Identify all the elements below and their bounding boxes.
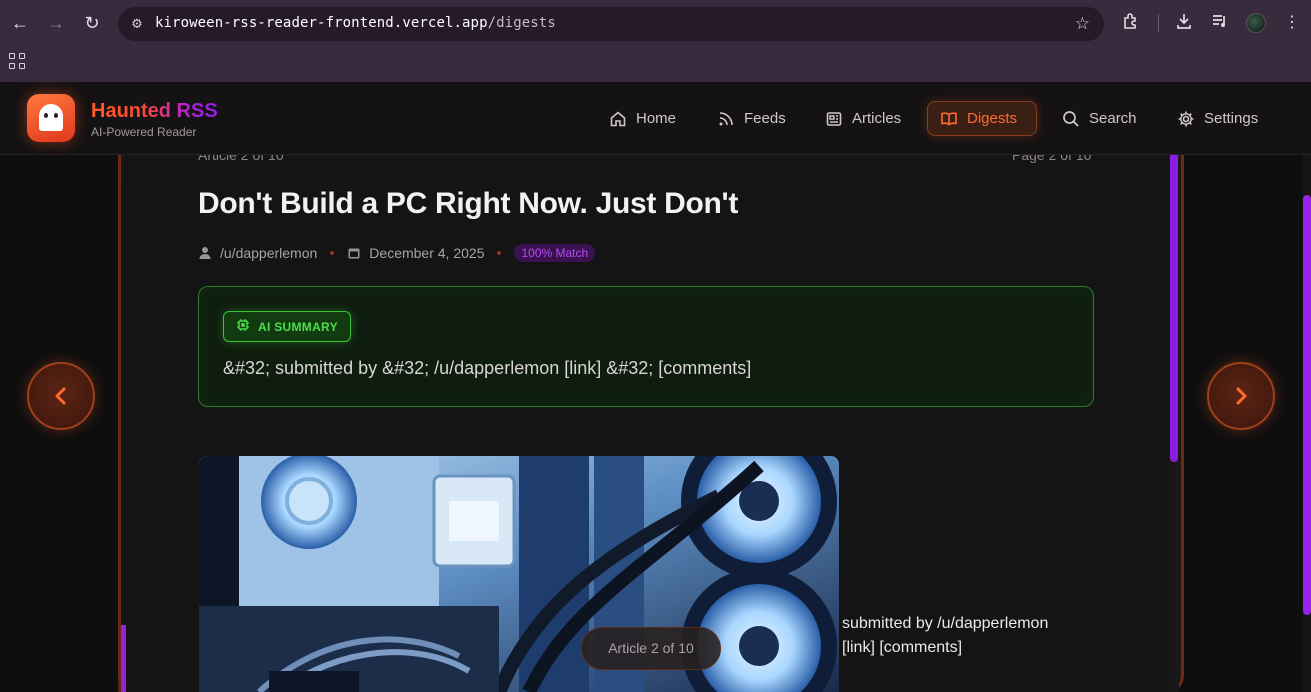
rss-icon (717, 110, 735, 128)
nav-settings[interactable]: Settings (1165, 101, 1270, 136)
nav-feeds-label: Feeds (744, 110, 786, 127)
nav-articles[interactable]: Articles (813, 101, 913, 136)
browser-chrome: ← → ↻ ⚙ kiroween-rss-reader-frontend.ver… (0, 0, 1311, 82)
home-icon (609, 110, 627, 128)
brand-subtitle: AI-Powered Reader (91, 125, 197, 139)
url-text[interactable]: kiroween-rss-reader-frontend.vercel.app/… (155, 15, 556, 31)
cpu-icon (236, 318, 250, 335)
nav-settings-label: Settings (1204, 110, 1259, 127)
bookmark-star-icon[interactable]: ☆ (1075, 14, 1090, 34)
user-icon (198, 246, 212, 260)
article-meta: /u/dapperlemon December 4, 2025 100% Mat… (198, 243, 596, 263)
extensions-icon[interactable] (1120, 12, 1142, 34)
calendar-icon (347, 246, 361, 260)
caption-line-2[interactable]: [link] [comments] (842, 636, 1048, 660)
nav-feeds[interactable]: Feeds (705, 101, 798, 136)
apps-grid-icon[interactable] (9, 53, 27, 71)
media-queue-icon[interactable] (1209, 12, 1231, 34)
browser-toolbar: ← → ↻ ⚙ kiroween-rss-reader-frontend.ver… (0, 0, 1311, 46)
next-article-button[interactable] (1207, 362, 1275, 430)
digest-viewer: Article 2 of 10 Page 2 of 10 Don't Build… (0, 155, 1311, 692)
ai-summary-label: AI SUMMARY (258, 319, 338, 334)
address-bar[interactable]: ⚙ kiroween-rss-reader-frontend.vercel.ap… (118, 7, 1104, 41)
forward-icon[interactable]: → (44, 11, 68, 35)
toolbar-divider (1158, 14, 1159, 32)
search-icon (1062, 110, 1080, 128)
caption-line-1[interactable]: submitted by /u/dapperlemon (842, 612, 1048, 636)
ai-summary-text: &#32; submitted by &#32; /u/dapperlemon … (223, 358, 752, 378)
meta-separator (330, 251, 335, 255)
menu-kebab-icon[interactable]: ⋮ (1281, 12, 1303, 34)
chevron-left-icon (55, 387, 66, 405)
download-icon[interactable] (1173, 12, 1195, 34)
article-image (199, 456, 839, 692)
nav-articles-label: Articles (852, 110, 902, 127)
chevron-right-icon (1236, 387, 1247, 405)
app-header: Haunted RSS AI-Powered Reader Home Feeds… (0, 82, 1311, 155)
match-badge: 100% Match (514, 244, 596, 262)
ghost-logo-icon[interactable] (27, 94, 75, 142)
nav-search[interactable]: Search (1050, 101, 1149, 136)
article-date: December 4, 2025 (369, 245, 485, 261)
nav-home-label: Home (636, 110, 677, 127)
article-caption: submitted by /u/dapperlemon [link] [comm… (842, 612, 1048, 660)
brand-title[interactable]: Haunted RSS (91, 100, 218, 123)
page-scrollbar-thumb[interactable] (1303, 195, 1311, 615)
nav-search-label: Search (1089, 110, 1137, 127)
reload-icon[interactable]: ↻ (80, 11, 104, 35)
back-icon[interactable]: ← (8, 11, 32, 35)
site-settings-icon[interactable]: ⚙ (128, 15, 146, 33)
nav-home[interactable]: Home (597, 101, 688, 136)
article-title[interactable]: Don't Build a PC Right Now. Just Don't (198, 187, 738, 221)
card-scrollbar-thumb[interactable] (1170, 155, 1178, 462)
nav-digests-label: Digests (967, 110, 1018, 127)
book-open-icon (940, 110, 958, 128)
article-author: /u/dapperlemon (220, 245, 318, 261)
article-position: Article 2 of 10 (198, 155, 284, 163)
previous-article-button[interactable] (27, 362, 95, 430)
nav-digests[interactable]: Digests (927, 101, 1037, 136)
frame-accent (121, 625, 126, 692)
article-counter-pill: Article 2 of 10 (581, 627, 721, 670)
pc-build-photo (199, 456, 839, 692)
gear-icon (1177, 110, 1195, 128)
profile-avatar[interactable] (1246, 13, 1266, 33)
meta-separator (497, 251, 502, 255)
ai-summary-badge: AI SUMMARY (223, 311, 351, 342)
page-indicator: Page 2 of 10 (1012, 155, 1092, 163)
bookmarks-bar (0, 46, 1311, 82)
newspaper-icon (825, 110, 843, 128)
ai-summary-panel: AI SUMMARY &#32; submitted by &#32; /u/d… (198, 286, 1094, 407)
